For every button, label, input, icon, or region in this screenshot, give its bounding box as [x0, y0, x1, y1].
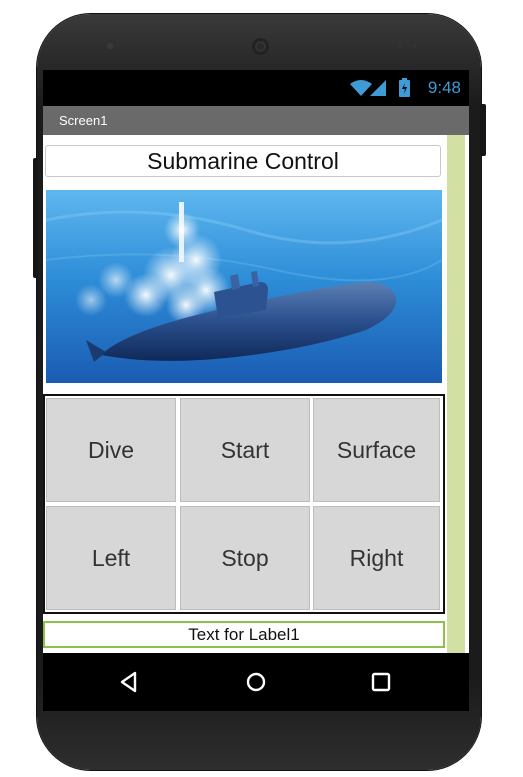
navigation-bar: [43, 653, 469, 711]
screen-title-bar: Screen1: [43, 106, 469, 135]
submarine-image: [46, 190, 442, 383]
surface-button[interactable]: Surface: [313, 398, 440, 502]
screen-title: Screen1: [59, 113, 108, 128]
dive-button[interactable]: Dive: [46, 398, 176, 502]
wifi-icon: [350, 80, 372, 96]
left-button[interactable]: Left: [46, 506, 176, 610]
recents-icon[interactable]: [368, 669, 394, 695]
label1: Text for Label1: [43, 621, 445, 648]
signal-icon: [370, 80, 386, 96]
right-button[interactable]: Right: [313, 506, 440, 610]
status-bar: 9:48: [43, 70, 469, 106]
phone-side-button-right: [480, 104, 486, 156]
sensor-dot-1: [398, 44, 402, 48]
front-camera: [252, 38, 269, 55]
battery-icon: [399, 78, 410, 97]
submarine-illustration: [46, 190, 442, 383]
start-button[interactable]: Start: [180, 398, 310, 502]
stop-button[interactable]: Stop: [180, 506, 310, 610]
back-icon[interactable]: [116, 669, 142, 695]
home-icon[interactable]: [243, 669, 269, 695]
status-time: 9:48: [427, 78, 461, 97]
earpiece-dot: [107, 43, 113, 49]
sensor-dot-2: [413, 44, 417, 48]
app-title-label: Submarine Control: [45, 145, 441, 177]
phone-side-button-left: [33, 158, 38, 278]
screen-side-strip: [447, 135, 465, 653]
